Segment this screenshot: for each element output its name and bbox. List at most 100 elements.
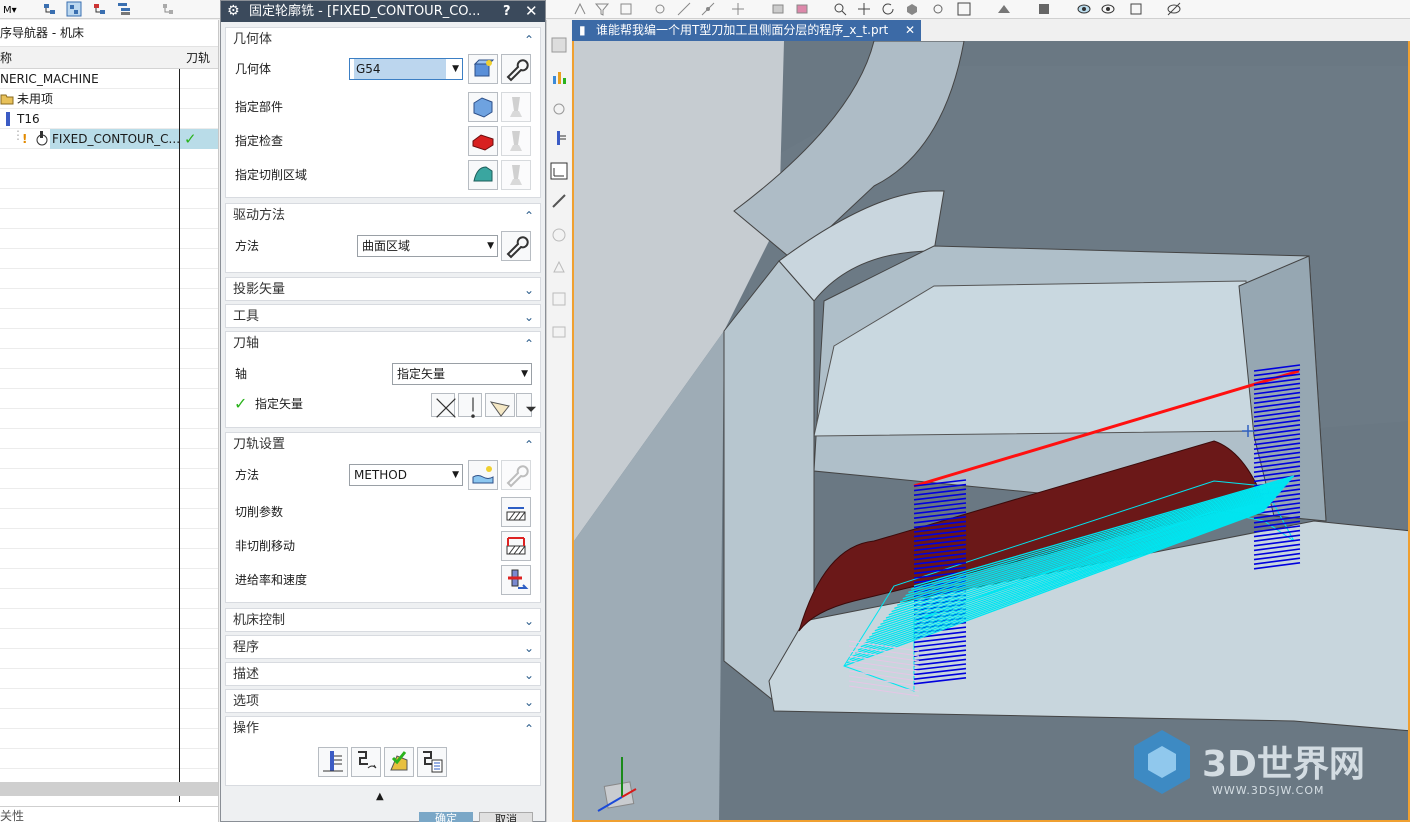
pen-icon[interactable] — [550, 192, 568, 210]
non-cut-moves-button[interactable] — [501, 531, 531, 561]
column-divider[interactable] — [179, 69, 180, 802]
dialog-title-bar[interactable]: ⚙ 固定轮廓铣 - [FIXED_CONTOUR_CO... ? ✕ — [221, 1, 545, 22]
gear-icon[interactable]: ⚙ — [227, 3, 240, 20]
tool-axis-section-header[interactable]: 刀轴 ⌃ — [226, 332, 540, 356]
tool-path-icon[interactable] — [550, 130, 568, 148]
layer-icon[interactable] — [1128, 1, 1144, 17]
column-path-header[interactable]: 刀轨 — [186, 47, 210, 69]
horizontal-scrollbar[interactable] — [0, 782, 218, 796]
crosshair-icon[interactable] — [730, 1, 746, 17]
settings-cog-icon[interactable] — [930, 1, 946, 17]
snap-icon[interactable] — [572, 1, 588, 17]
show-eye-icon[interactable] — [1076, 1, 1092, 17]
pan-icon[interactable] — [856, 1, 872, 17]
new-geometry-button[interactable] — [468, 54, 498, 84]
reverse-vector-button[interactable] — [458, 393, 482, 418]
gear-part-icon[interactable] — [550, 100, 568, 118]
menu-dropdown-icon[interactable]: M▾ — [2, 1, 18, 17]
axis-select[interactable]: 指定矢量 ▼ — [392, 363, 532, 385]
verify-button[interactable] — [384, 747, 414, 777]
tree-row-machine[interactable]: NERIC_MACHINE — [0, 69, 218, 89]
tool-section-header[interactable]: 工具 ⌄ — [226, 305, 540, 329]
specify-part-button[interactable] — [468, 92, 498, 122]
replay-button[interactable] — [351, 747, 381, 777]
web-icon[interactable] — [550, 290, 568, 308]
machine-control-section-header[interactable]: 机床控制 ⌄ — [226, 609, 540, 633]
save-icon[interactable] — [550, 36, 568, 54]
options-section-header[interactable]: 选项 ⌄ — [226, 690, 540, 714]
point-snap-icon[interactable] — [652, 1, 668, 17]
model-scene[interactable]: 3D世界网 WWW.3DSJW.COM — [574, 41, 1410, 822]
vector-dialog-button[interactable] — [431, 393, 456, 418]
palette-icon[interactable] — [550, 322, 568, 340]
program-order-view-icon[interactable] — [42, 1, 58, 17]
close-icon[interactable]: ✕ — [525, 1, 538, 22]
zoom-icon[interactable] — [832, 1, 848, 17]
tool-section[interactable]: 工具 ⌄ — [225, 304, 541, 328]
show-part-button[interactable] — [501, 92, 531, 122]
close-tab-icon[interactable]: ✕ — [905, 20, 915, 41]
tree-row-tool[interactable]: T16 — [0, 109, 218, 129]
machine-control-section[interactable]: 机床控制 ⌄ — [225, 608, 541, 632]
actions-section-header[interactable]: 操作 ⌃ — [226, 717, 540, 741]
generate-button[interactable] — [318, 747, 348, 777]
new-method-button[interactable] — [468, 460, 498, 490]
options-section[interactable]: 选项 ⌄ — [225, 689, 541, 713]
analysis-icon[interactable] — [550, 68, 568, 86]
shaded-icon[interactable] — [904, 1, 920, 17]
machine-tool-view-icon[interactable] — [66, 1, 82, 17]
drive-method-section-header[interactable]: 驱动方法 ⌃ — [226, 204, 540, 228]
list-button[interactable] — [417, 747, 447, 777]
fit-icon[interactable] — [956, 1, 972, 17]
blank-part-icon[interactable] — [794, 1, 810, 17]
rotate-icon[interactable] — [880, 1, 896, 17]
tree-row-unused[interactable]: 未用项 — [0, 89, 218, 109]
projection-vector-section[interactable]: 投影矢量 ⌄ — [225, 277, 541, 301]
path-settings-section-header[interactable]: 刀轨设置 ⌃ — [226, 433, 540, 457]
description-section-header[interactable]: 描述 ⌄ — [226, 663, 540, 687]
coordinate-icon[interactable] — [550, 162, 568, 180]
program-section-header[interactable]: 程序 ⌄ — [226, 636, 540, 660]
description-section[interactable]: 描述 ⌄ — [225, 662, 541, 686]
graphics-viewport[interactable]: 3D世界网 WWW.3DSJW.COM — [572, 41, 1410, 822]
hide-eye-icon[interactable] — [1100, 1, 1116, 17]
filter-icon[interactable] — [594, 1, 610, 17]
tree-row-operation[interactable]: ⋮ ! FIXED_CONTOUR_C... ✓ — [0, 128, 218, 149]
edit-method-button[interactable] — [501, 460, 531, 490]
end-point-icon[interactable] — [676, 1, 692, 17]
scroll-up-icon[interactable]: ▲ — [376, 791, 384, 802]
vector-options-dropdown[interactable] — [516, 393, 537, 417]
tree-expand-icon[interactable] — [160, 1, 176, 17]
dependencies-panel-header[interactable]: 关性 — [0, 806, 218, 822]
geometry-section-header[interactable]: 几何体 ⌃ — [226, 28, 540, 52]
hide-all-icon[interactable] — [1166, 1, 1182, 17]
ok-button[interactable]: 确定 — [419, 812, 473, 822]
orient-icon[interactable] — [996, 1, 1012, 17]
feeds-speeds-button[interactable] — [501, 565, 531, 595]
part-icon[interactable] — [770, 1, 786, 17]
cut-params-button[interactable] — [501, 497, 531, 527]
edit-drive-method-button[interactable] — [501, 231, 531, 261]
cancel-button[interactable]: 取消 — [479, 812, 533, 822]
method-view-icon[interactable] — [116, 1, 132, 17]
column-name-header[interactable]: 称 — [0, 47, 12, 69]
geometry-select[interactable]: G54 ▼ — [349, 58, 463, 80]
mid-point-icon[interactable] — [700, 1, 716, 17]
render-style-icon[interactable] — [1036, 1, 1052, 17]
projection-vector-section-header[interactable]: 投影矢量 ⌄ — [226, 278, 540, 302]
edit-geometry-button[interactable] — [501, 54, 531, 84]
show-cut-area-button[interactable] — [501, 160, 531, 190]
history-icon[interactable] — [550, 226, 568, 244]
program-section[interactable]: 程序 ⌄ — [225, 635, 541, 659]
specify-cut-area-button[interactable] — [468, 160, 498, 190]
show-check-button[interactable] — [501, 126, 531, 156]
document-tab[interactable]: ▮ 谁能帮我编一个用T型刀加工且侧面分层的程序_x_t.prt ✕ — [572, 20, 921, 41]
inferred-vector-button[interactable] — [485, 393, 515, 417]
drive-method-select[interactable]: 曲面区域 ▼ — [357, 235, 498, 257]
roles-icon[interactable] — [550, 258, 568, 276]
geometry-view-icon[interactable] — [92, 1, 108, 17]
specify-check-button[interactable] — [468, 126, 498, 156]
selection-icon[interactable] — [618, 1, 634, 17]
help-icon[interactable]: ? — [503, 1, 511, 22]
path-method-select[interactable]: METHOD ▼ — [349, 464, 463, 486]
